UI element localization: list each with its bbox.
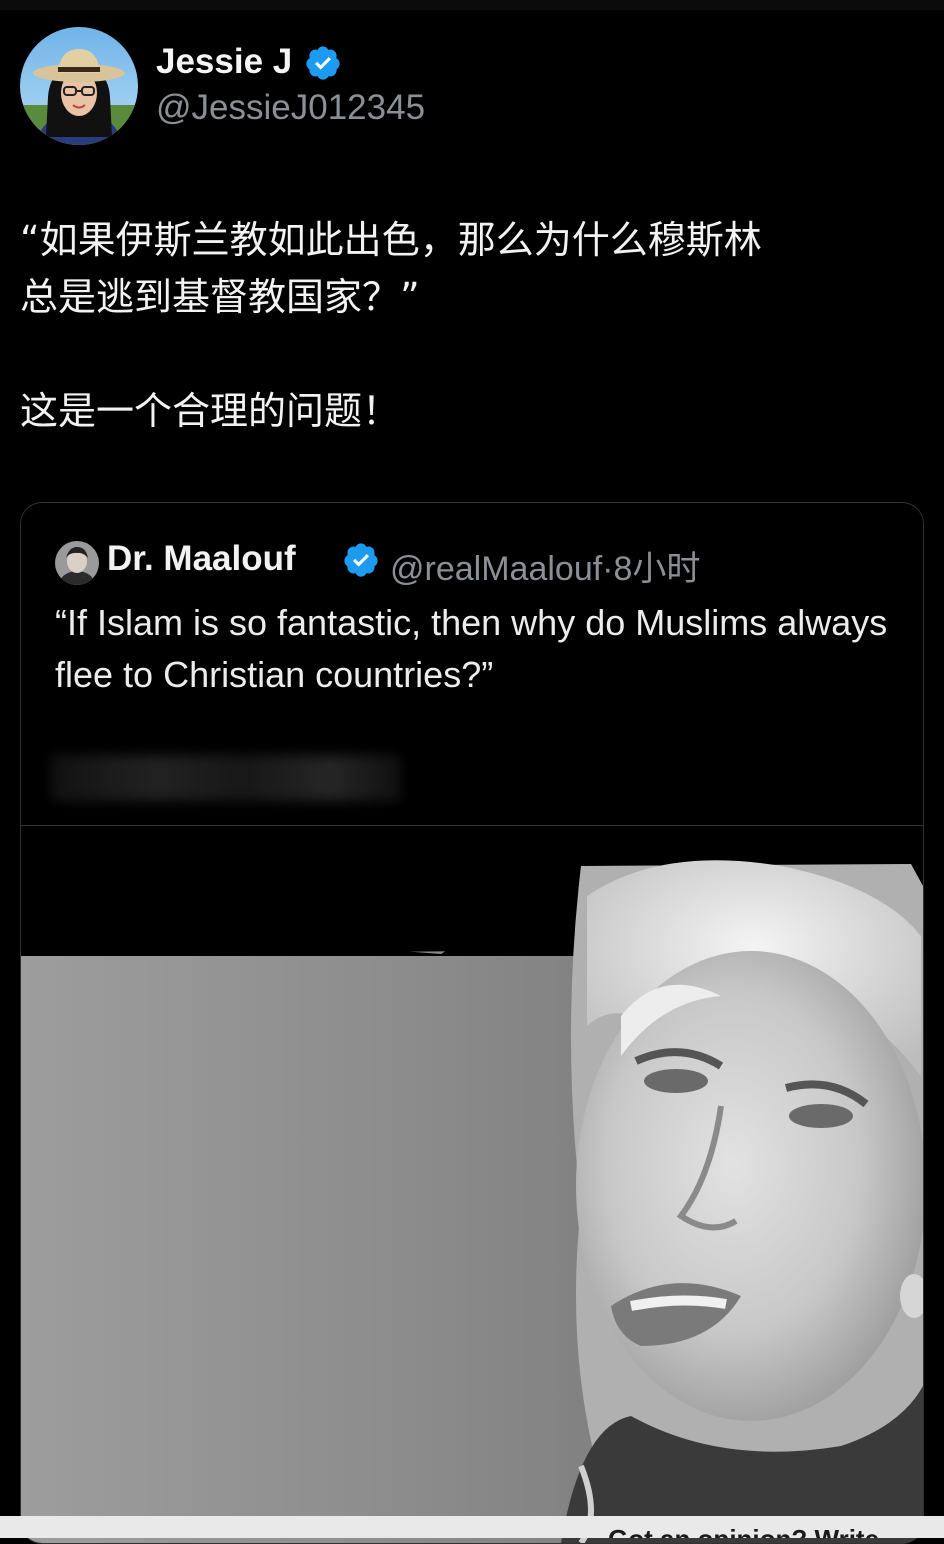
status-strip <box>0 0 944 10</box>
quoted-author-name[interactable]: Dr. Maalouf <box>107 539 296 579</box>
blurred-content <box>51 755 401 801</box>
video-player[interactable] <box>21 826 923 1543</box>
post-text-line: “如果伊斯兰教如此出色，那么为什么穆斯林 <box>20 218 762 262</box>
quoted-post-text: “If Islam is so fantastic, then why do M… <box>55 602 888 695</box>
quoted-post-card[interactable]: Dr. Maalouf @realMaalouf·8小时 “If Islam i… <box>20 502 924 1544</box>
meta-separator: · <box>602 550 614 588</box>
post-body: “如果伊斯兰教如此出色，那么为什么穆斯林 总是逃到基督教国家？” 这是一个合理的… <box>20 212 920 440</box>
quoted-author-avatar[interactable] <box>55 541 99 585</box>
quoted-author-meta: @realMaalouf·8小时 <box>390 541 700 590</box>
quoted-author-handle[interactable]: @realMaalouf <box>390 550 602 588</box>
post-text-line: 总是逃到基督教国家？” <box>20 275 420 319</box>
post-header: Jessie J @JessieJ012345 <box>18 24 918 154</box>
post-text-line: 这是一个合理的问题！ <box>20 389 401 433</box>
author-avatar[interactable] <box>20 27 138 145</box>
author-name[interactable]: Jessie J <box>156 42 292 82</box>
video-frame <box>21 826 923 1543</box>
post-time[interactable]: 8小时 <box>614 550 701 588</box>
verified-badge-icon <box>306 46 340 80</box>
author-handle[interactable]: @JessieJ012345 <box>156 88 425 128</box>
video-overlay-text: Got an opinion? Write <box>608 1516 928 1538</box>
verified-badge-icon <box>344 543 378 577</box>
